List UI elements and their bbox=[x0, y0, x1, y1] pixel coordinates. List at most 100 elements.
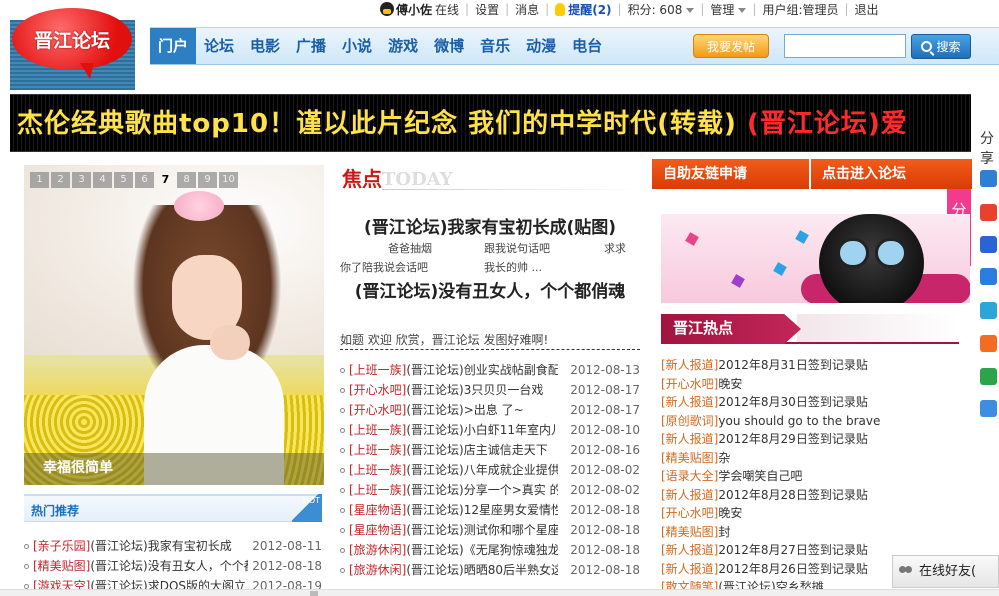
new-post-button[interactable]: 我要发帖 bbox=[693, 34, 769, 58]
site-logo[interactable]: 晋江论坛 bbox=[10, 8, 135, 90]
messages-link[interactable]: 消息 bbox=[515, 1, 539, 18]
slide-page[interactable]: 2 bbox=[51, 172, 70, 188]
item-title[interactable]: (晋江论坛)《无尾狗惊魂独龙 bbox=[406, 540, 558, 560]
item-title[interactable]: 2012年8月28日签到记录贴 bbox=[718, 488, 867, 502]
settings-link[interactable]: 设置 bbox=[475, 1, 499, 18]
list-item[interactable]: [新人报道]2012年8月31日签到记录贴 bbox=[661, 356, 961, 375]
item-category[interactable]: [上班一族] bbox=[349, 463, 406, 477]
item-category[interactable]: [开心水吧] bbox=[349, 403, 406, 417]
item-title[interactable]: you should go to the brave bbox=[718, 414, 880, 428]
nav-item-portal[interactable]: 门户 bbox=[150, 28, 196, 64]
list-item[interactable]: [精美贴图]封 bbox=[661, 523, 961, 542]
logout-link[interactable]: 退出 bbox=[855, 1, 879, 18]
item-title[interactable]: (晋江论坛)八年成就企业提供 bbox=[406, 460, 558, 480]
item-title[interactable]: (晋江论坛)晒晒80后半熟女这 bbox=[406, 560, 558, 580]
list-item[interactable]: [上班一族](晋江论坛)分享一个>真实 的 2012-08-02 bbox=[340, 480, 640, 500]
item-category[interactable]: [新人报道] bbox=[661, 358, 718, 372]
slide-page[interactable]: 9 bbox=[198, 172, 217, 188]
item-category[interactable]: [旅游休闲] bbox=[349, 543, 406, 557]
list-item[interactable]: [新人报道]2012年8月29日签到记录贴 bbox=[661, 430, 961, 449]
item-title[interactable]: 2012年8月26日签到记录贴 bbox=[718, 562, 867, 576]
slide-page[interactable]: 8 bbox=[177, 172, 196, 188]
item-category[interactable]: [新人报道] bbox=[661, 488, 718, 502]
item-category[interactable]: [精美贴图] bbox=[661, 525, 718, 539]
item-category[interactable]: [上班一族] bbox=[349, 483, 406, 497]
item-category[interactable]: [上班一族] bbox=[349, 363, 406, 377]
item-title[interactable]: (晋江论坛)12星座男女爱情性 bbox=[406, 500, 558, 520]
list-item[interactable]: [旅游休闲](晋江论坛)晒晒80后半熟女这 2012-08-18 bbox=[340, 560, 640, 580]
item-category[interactable]: [新人报道] bbox=[661, 395, 718, 409]
list-item[interactable]: [星座物语](晋江论坛)测试你和哪个星座 2012-08-18 bbox=[340, 520, 640, 540]
list-item[interactable]: [新人报道]2012年8月28日签到记录贴 bbox=[661, 486, 961, 505]
points-menu[interactable]: 积分: 608 bbox=[628, 1, 695, 18]
list-item[interactable]: [上班一族](晋江论坛)创业实战帖副食配 2012-08-13 bbox=[340, 360, 640, 380]
item-title[interactable]: (晋江论坛)创业实战帖副食配 bbox=[406, 360, 558, 380]
more-share-icon[interactable] bbox=[980, 400, 997, 417]
item-category[interactable]: [上班一族] bbox=[349, 423, 406, 437]
friend-link-apply-button[interactable]: 自助友链申请 bbox=[652, 159, 809, 189]
item-category[interactable]: [旅游休闲] bbox=[349, 563, 406, 577]
item-title[interactable]: 杂 bbox=[718, 451, 730, 465]
list-item[interactable]: [原创歌词]you should go to the brave bbox=[661, 412, 961, 431]
item-category[interactable]: [亲子乐园] bbox=[33, 539, 90, 553]
kaixin-icon[interactable] bbox=[980, 335, 997, 352]
slide-page[interactable]: 5 bbox=[114, 172, 133, 188]
online-friends-button[interactable]: 在线好友( bbox=[892, 555, 999, 588]
list-item[interactable]: [旅游休闲](晋江论坛)《无尾狗惊魂独龙 2012-08-18 bbox=[340, 540, 640, 560]
item-title[interactable]: (晋江论坛)我家有宝初长成 bbox=[90, 539, 231, 553]
item-title[interactable]: (晋江论坛)小白虾11年室内儿 bbox=[406, 420, 558, 440]
list-item[interactable]: [上班一族](晋江论坛)小白虾11年室内儿 2012-08-10 bbox=[340, 420, 640, 440]
nav-item-broadcast[interactable]: 广播 bbox=[288, 28, 334, 64]
qzone-icon[interactable] bbox=[980, 170, 997, 187]
item-title[interactable]: (晋江论坛)店主诚信走天下 bbox=[406, 440, 547, 460]
promo-banner[interactable] bbox=[661, 214, 970, 303]
manage-menu[interactable]: 管理 bbox=[710, 1, 747, 18]
list-item[interactable]: [语录大全]学会嘲笑自己吧 bbox=[661, 467, 961, 486]
item-category[interactable]: [星座物语] bbox=[349, 503, 406, 517]
item-category[interactable]: [语录大全] bbox=[661, 469, 718, 483]
nav-item-anime[interactable]: 动漫 bbox=[518, 28, 564, 64]
item-category[interactable]: [开心水吧] bbox=[661, 506, 718, 520]
item-title[interactable]: 2012年8月27日签到记录贴 bbox=[718, 543, 867, 557]
list-item[interactable]: [精美贴图](晋江论坛)没有丑女人，个个都 2012-08-18 bbox=[24, 556, 322, 576]
list-item[interactable]: [精美贴图]杂 bbox=[661, 449, 961, 468]
list-item[interactable]: [上班一族](晋江论坛)店主诚信走天下 2012-08-16 bbox=[340, 440, 640, 460]
slide-page[interactable]: 3 bbox=[72, 172, 91, 188]
item-category[interactable]: [精美贴图] bbox=[33, 559, 90, 573]
nav-item-weibo[interactable]: 微博 bbox=[426, 28, 472, 64]
username-link[interactable]: 傅小佐 bbox=[396, 1, 432, 18]
item-title[interactable]: 2012年8月29日签到记录贴 bbox=[718, 432, 867, 446]
list-item[interactable]: [亲子乐园](晋江论坛)我家有宝初长成 2012-08-11 bbox=[24, 536, 322, 556]
slide-page-active[interactable]: 7 bbox=[156, 172, 175, 188]
item-title[interactable]: 封 bbox=[718, 525, 730, 539]
weibo-icon[interactable] bbox=[980, 204, 997, 221]
item-title[interactable]: 2012年8月31日签到记录贴 bbox=[718, 358, 867, 372]
list-item[interactable]: [开心水吧](晋江论坛)>出息 了~ 2012-08-17 bbox=[340, 400, 640, 420]
slide-page[interactable]: 6 bbox=[135, 172, 154, 188]
item-title[interactable]: 学会嘲笑自己吧 bbox=[718, 469, 802, 483]
item-category[interactable]: [精美贴图] bbox=[661, 451, 718, 465]
item-title[interactable]: 晚安 bbox=[718, 377, 742, 391]
nav-item-music[interactable]: 音乐 bbox=[472, 28, 518, 64]
item-category[interactable]: [开心水吧] bbox=[349, 383, 406, 397]
item-title[interactable]: (晋江论坛)测试你和哪个星座 bbox=[406, 520, 558, 540]
slide-page[interactable]: 1 bbox=[30, 172, 49, 188]
list-item[interactable]: [开心水吧]晚安 bbox=[661, 375, 961, 394]
horizontal-scrollbar[interactable] bbox=[0, 589, 999, 596]
focus-headline[interactable]: (晋江论坛)我家有宝初长成(贴图) bbox=[340, 216, 640, 240]
slideshow-image[interactable] bbox=[24, 165, 324, 485]
item-category[interactable]: [上班一族] bbox=[349, 443, 406, 457]
nav-item-forum[interactable]: 论坛 bbox=[196, 28, 242, 64]
clover-icon[interactable] bbox=[980, 368, 997, 385]
remind-link[interactable]: 提醒(2) bbox=[568, 1, 611, 18]
item-title[interactable]: (晋江论坛)3只贝贝一台戏 bbox=[406, 380, 543, 400]
item-category[interactable]: [新人报道] bbox=[661, 432, 718, 446]
tencent-weibo-icon[interactable] bbox=[980, 302, 997, 319]
item-category[interactable]: [开心水吧] bbox=[661, 377, 718, 391]
item-title[interactable]: (晋江论坛)分享一个>真实 的 bbox=[406, 480, 558, 500]
item-category[interactable]: [新人报道] bbox=[661, 562, 718, 576]
item-title[interactable]: (晋江论坛)>出息 了~ bbox=[406, 400, 523, 420]
item-title[interactable]: 2012年8月30日签到记录贴 bbox=[718, 395, 867, 409]
item-title[interactable]: (晋江论坛)没有丑女人，个个都 bbox=[90, 559, 255, 573]
list-item[interactable]: [上班一族](晋江论坛)八年成就企业提供 2012-08-02 bbox=[340, 460, 640, 480]
